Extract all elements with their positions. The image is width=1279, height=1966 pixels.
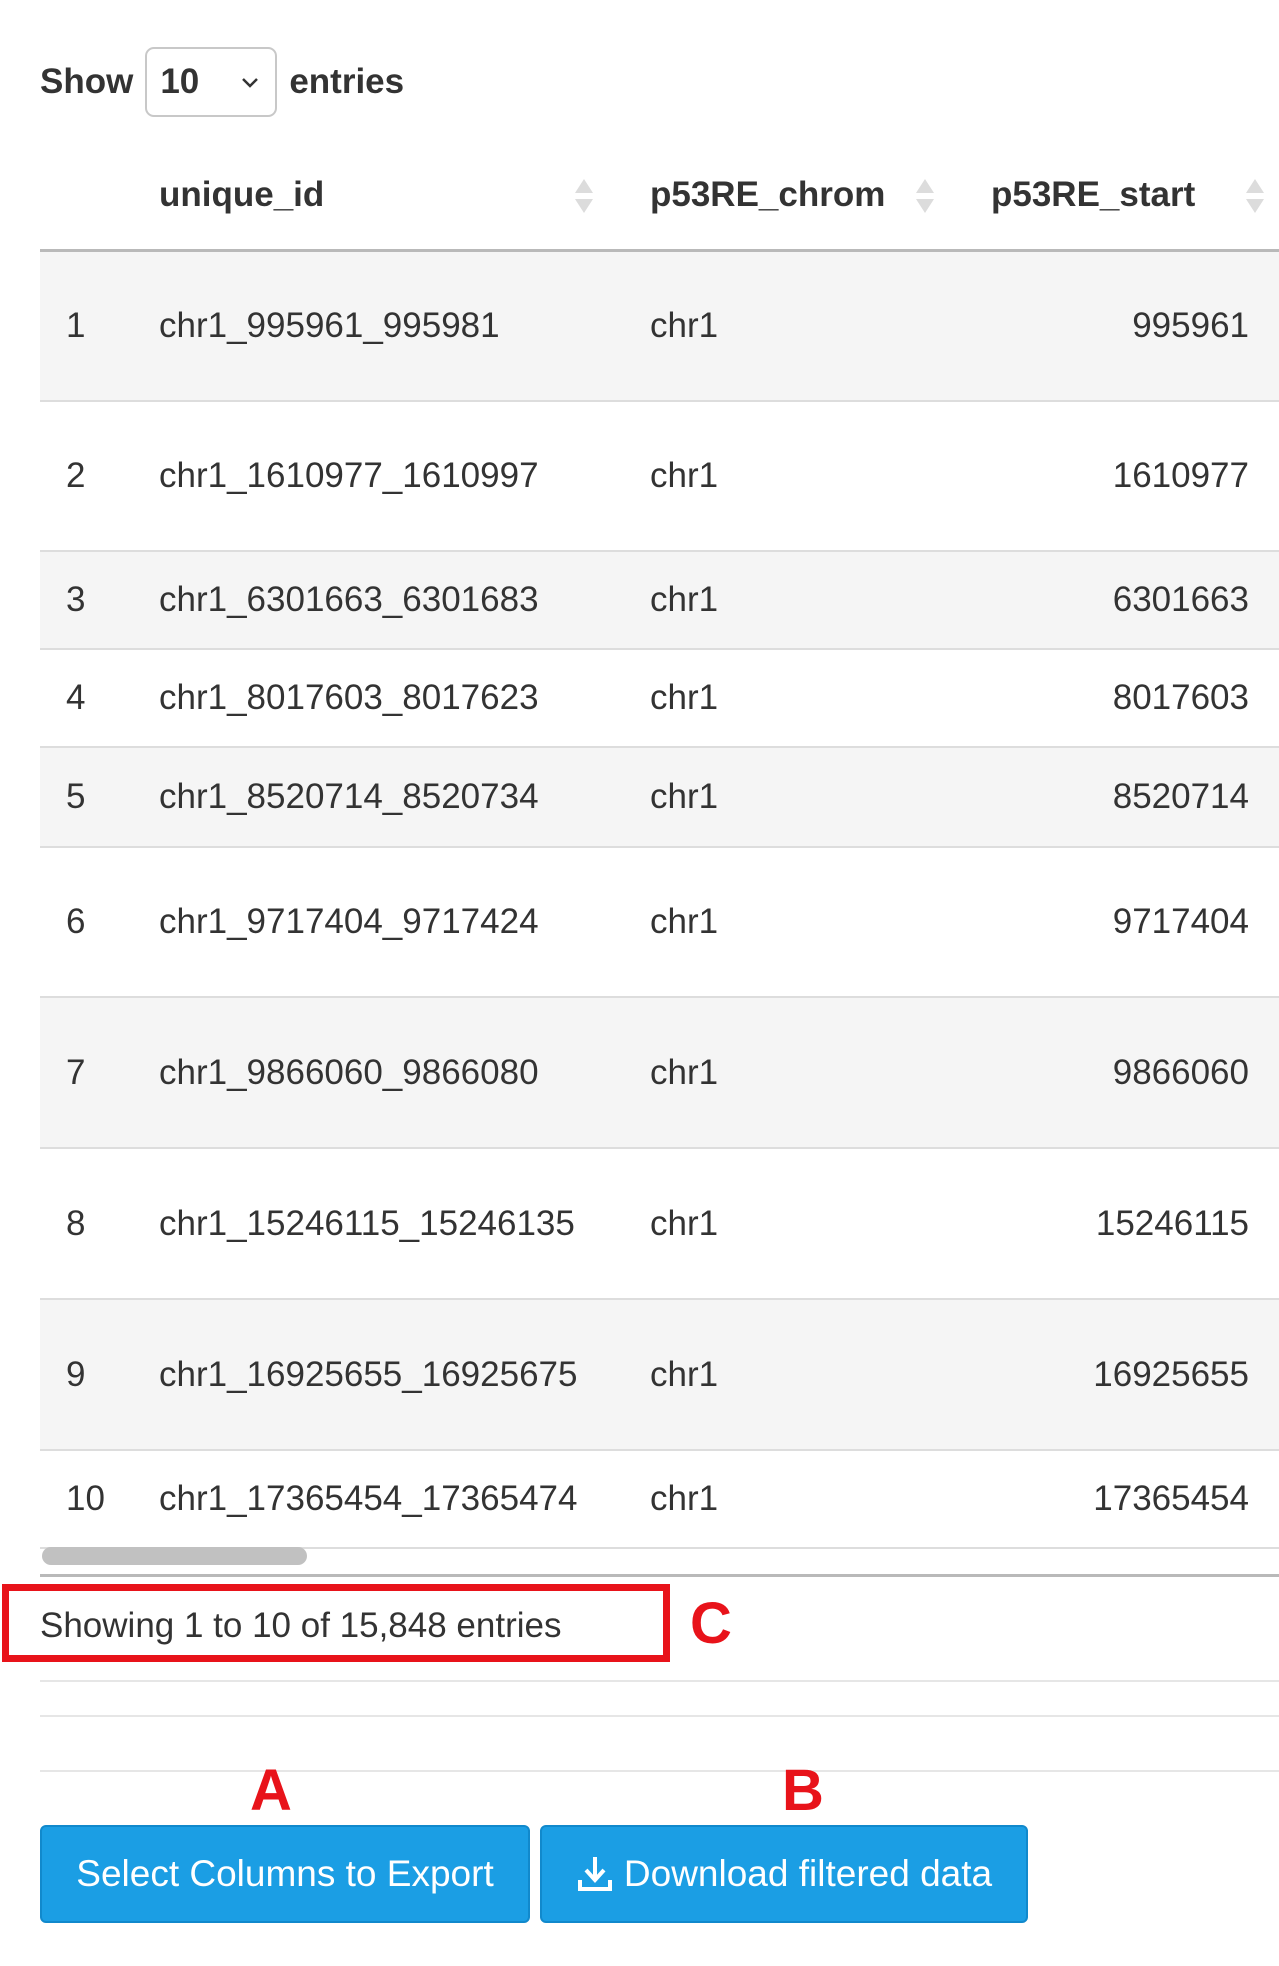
header-p53re-start[interactable]: p53RE_start (991, 140, 1195, 249)
sort-icon[interactable] (1244, 175, 1266, 217)
download-filtered-data-button[interactable]: Download filtered data (540, 1825, 1028, 1923)
entries-label: entries (289, 62, 405, 101)
table-header: unique_id p53RE_chrom p53RE_start (40, 140, 1279, 252)
unique-id-cell: chr1_8017603_8017623 (159, 678, 539, 717)
start-cell: 17365454 (1093, 1479, 1249, 1518)
sort-icon[interactable] (573, 175, 595, 217)
start-cell: 8520714 (1112, 777, 1249, 816)
header-p53re-start-label: p53RE_start (991, 174, 1196, 214)
row-index: 9 (66, 1354, 86, 1394)
table-row[interactable]: 9 chr1_16925655_16925675 chr1 16925655 (40, 1300, 1279, 1451)
row-index: 1 (66, 306, 86, 345)
chrom-cell: chr1 (650, 1479, 719, 1518)
horizontal-scrollbar[interactable] (40, 1537, 1279, 1567)
table-bottom-divider (40, 1574, 1279, 1577)
scrollbar-thumb[interactable] (42, 1547, 307, 1565)
chrom-cell: chr1 (650, 1052, 719, 1092)
divider (40, 1680, 1279, 1682)
row-index: 10 (66, 1479, 105, 1518)
start-cell: 9866060 (1112, 1052, 1249, 1092)
unique-id-cell: chr1_6301663_6301683 (159, 580, 539, 619)
header-index (40, 140, 140, 249)
table-row[interactable]: 6 chr1_9717404_9717424 chr1 9717404 (40, 848, 1279, 998)
divider (40, 1715, 1279, 1717)
unique-id-cell: chr1_17365454_17365474 (159, 1479, 578, 1518)
unique-id-cell: chr1_16925655_16925675 (159, 1354, 578, 1394)
divider (40, 1770, 1279, 1772)
chrom-cell: chr1 (650, 306, 719, 345)
table-row[interactable]: 4 chr1_8017603_8017623 chr1 8017603 (40, 650, 1279, 748)
row-index: 2 (66, 456, 86, 495)
unique-id-cell: chr1_1610977_1610997 (159, 456, 539, 495)
show-label: Show (40, 62, 134, 101)
select-columns-export-button[interactable]: Select Columns to Export (40, 1825, 530, 1923)
table-row[interactable]: 5 chr1_8520714_8520734 chr1 8520714 (40, 748, 1279, 848)
select-columns-export-label: Select Columns to Export (76, 1853, 494, 1894)
chrom-cell: chr1 (650, 777, 719, 816)
header-unique-id[interactable]: unique_id (159, 140, 324, 249)
entries-select[interactable]: 10 (145, 47, 278, 117)
row-index: 4 (66, 678, 86, 717)
chrom-cell: chr1 (650, 902, 719, 941)
table-row[interactable]: 1 chr1_995961_995981 chr1 995961 (40, 252, 1279, 402)
unique-id-cell: chr1_995961_995981 (159, 306, 500, 345)
start-cell: 8017603 (1112, 678, 1249, 717)
annotation-box-c (2, 1584, 670, 1662)
chrom-cell: chr1 (650, 1354, 719, 1394)
unique-id-cell: chr1_9866060_9866080 (159, 1052, 539, 1092)
row-index: 6 (66, 902, 86, 941)
download-filtered-data-label: Download filtered data (623, 1853, 993, 1894)
header-unique-id-label: unique_id (159, 174, 325, 214)
chevron-down-icon (242, 78, 259, 88)
chrom-cell: chr1 (650, 580, 719, 619)
start-cell: 16925655 (1093, 1354, 1249, 1394)
start-cell: 1610977 (1112, 456, 1249, 495)
row-index: 7 (66, 1052, 86, 1092)
start-cell: 995961 (1132, 306, 1249, 345)
chrom-cell: chr1 (650, 1203, 719, 1243)
header-p53re-chrom-label: p53RE_chrom (650, 174, 886, 214)
annotation-label-b: B (782, 1758, 824, 1823)
start-cell: 15246115 (1095, 1203, 1249, 1243)
table-row[interactable]: 2 chr1_1610977_1610997 chr1 1610977 (40, 402, 1279, 552)
annotation-label-a: A (250, 1758, 292, 1823)
length-menu: Show 10 entries (40, 46, 404, 118)
unique-id-cell: chr1_8520714_8520734 (159, 777, 539, 816)
unique-id-cell: chr1_9717404_9717424 (159, 902, 539, 941)
download-icon (577, 1857, 612, 1891)
chrom-cell: chr1 (650, 678, 719, 717)
row-index: 8 (66, 1203, 86, 1243)
table-row[interactable]: 8 chr1_15246115_15246135 chr1 15246115 (40, 1149, 1279, 1300)
table-row[interactable]: 7 chr1_9866060_9866080 chr1 9866060 (40, 998, 1279, 1149)
data-table: unique_id p53RE_chrom p53RE_start 1 chr1… (40, 140, 1279, 1549)
annotation-label-c: C (690, 1591, 732, 1656)
row-index: 3 (66, 580, 86, 619)
start-cell: 9717404 (1112, 902, 1249, 941)
entries-select-value: 10 (160, 62, 200, 101)
table-row[interactable]: 3 chr1_6301663_6301683 chr1 6301663 (40, 552, 1279, 650)
header-p53re-chrom[interactable]: p53RE_chrom (650, 140, 885, 249)
table-row[interactable]: 10 chr1_17365454_17365474 chr1 17365454 (40, 1451, 1279, 1549)
start-cell: 6301663 (1112, 580, 1249, 619)
chrom-cell: chr1 (650, 456, 719, 495)
sort-icon[interactable] (914, 175, 936, 217)
row-index: 5 (66, 777, 86, 816)
unique-id-cell: chr1_15246115_15246135 (159, 1203, 575, 1243)
